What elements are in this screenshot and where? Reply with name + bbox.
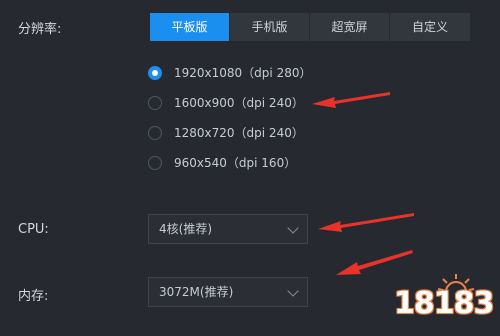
resolution-option-1600x900[interactable]: 1600x900（dpi 240） [148, 94, 304, 111]
resolution-option-label: 1920x1080（dpi 280） [174, 66, 312, 80]
chevron-down-icon [287, 285, 299, 297]
tab-custom[interactable]: 自定义 [390, 13, 470, 41]
resolution-option-1280x720[interactable]: 1280x720（dpi 240） [148, 124, 304, 141]
memory-label: 内存: [18, 289, 49, 304]
cpu-select-value: 4核(推荐) [159, 222, 212, 236]
memory-select[interactable]: 3072M(推荐) [148, 277, 308, 307]
tab-tablet[interactable]: 平板版 [150, 13, 230, 41]
radio-checked-icon[interactable] [148, 65, 162, 80]
resolution-option-960x540[interactable]: 960x540（dpi 160） [148, 154, 296, 171]
tab-phone[interactable]: 手机版 [230, 13, 310, 41]
annotation-arrow-cpu [318, 213, 414, 232]
cpu-label: CPU: [18, 222, 49, 237]
radio-unchecked-icon[interactable] [148, 125, 162, 140]
resolution-option-label: 960x540（dpi 160） [174, 156, 297, 170]
chevron-down-icon [287, 222, 299, 234]
resolution-option-label: 1280x720（dpi 240） [174, 126, 304, 140]
resolution-option-label: 1600x900（dpi 240） [174, 96, 304, 110]
resolution-tabs: 平板版 手机版 超宽屏 自定义 [150, 13, 470, 41]
radio-unchecked-icon[interactable] [148, 95, 162, 110]
tab-ultrawide[interactable]: 超宽屏 [310, 13, 390, 41]
resolution-option-1920x1080[interactable]: 1920x1080（dpi 280） [148, 64, 311, 81]
annotation-arrow-resolution [312, 92, 390, 108]
cpu-select[interactable]: 4核(推荐) [148, 214, 308, 244]
memory-select-value: 3072M(推荐) [159, 285, 234, 299]
resolution-label: 分辨率: [18, 22, 62, 37]
watermark-text: 18183 [394, 286, 494, 321]
site-watermark-logo: 18183 [394, 266, 498, 330]
radio-unchecked-icon[interactable] [148, 155, 162, 170]
